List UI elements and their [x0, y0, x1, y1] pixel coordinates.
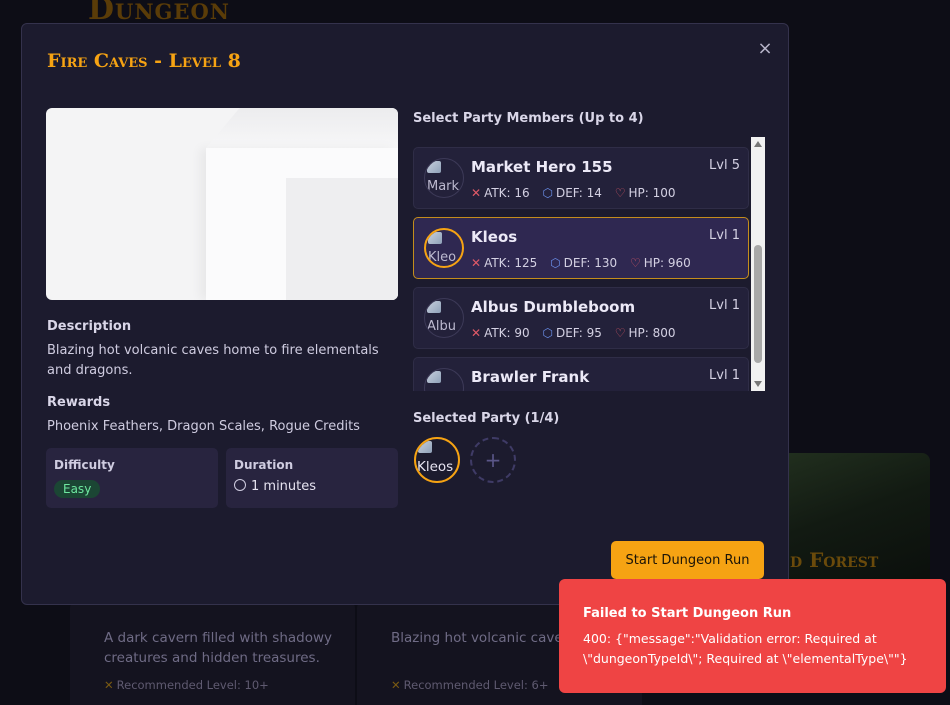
avatar [424, 368, 464, 391]
scroll-up-icon[interactable] [754, 141, 762, 147]
recommended-level: ✕ Recommended Level: 6+ [391, 678, 549, 692]
rewards-text: Phoenix Feathers, Dragon Scales, Rogue C… [47, 419, 360, 434]
member-card-selected[interactable]: Kleo Kleos Lvl 1 ✕ ATK: 125 ⬡ DEF: 130 ♡ HP… [413, 217, 749, 279]
sword-icon: ✕ [471, 186, 482, 200]
heart-icon: ♡ [614, 326, 626, 340]
rewards-label: Rewards [47, 395, 111, 410]
heart-icon: ♡ [630, 256, 641, 270]
member-card[interactable]: Albu Albus Dumbleboom Lvl 1 ✕ ATK: 90 ⬡ DE… [413, 287, 749, 349]
member-level: Lvl 5 [709, 158, 740, 173]
description-label: Description [47, 319, 132, 334]
member-card[interactable]: Brawler Frank Lvl 1 [413, 357, 749, 391]
sword-icon: ✕ [471, 256, 482, 270]
start-dungeon-button[interactable]: Start Dungeon Run [611, 541, 764, 579]
dungeon-card-description: Blazing hot volcanic caves home to fire … [391, 630, 566, 646]
avatar: Mark [424, 158, 464, 198]
sword-icon: ✕ [471, 326, 482, 340]
member-stats: ✕ ATK: 90 ⬡ DEF: 95 ♡ HP: 800 [471, 326, 676, 340]
member-stats: ✕ ATK: 125 ⬡ DEF: 130 ♡ HP: 960 [471, 256, 691, 270]
scroll-down-icon[interactable] [754, 381, 762, 387]
clock-icon [234, 479, 246, 491]
member-card[interactable]: Mark Market Hero 155 Lvl 5 ✕ ATK: 16 ⬡ DEF… [413, 147, 749, 209]
member-level: Lvl 1 [709, 298, 740, 313]
broken-image-icon [428, 232, 442, 244]
error-toast[interactable]: Failed to Start Dungeon Run 400: {"messa… [559, 579, 946, 693]
duration-value: 1 minutes [234, 479, 316, 494]
member-stats: ✕ ATK: 16 ⬡ DEF: 14 ♡ HP: 100 [471, 186, 676, 200]
scroll-thumb[interactable] [754, 245, 762, 363]
difficulty-box: Difficulty Easy [46, 448, 218, 508]
shield-icon: ⬡ [550, 256, 561, 270]
selected-party-heading: Selected Party (1/4) [413, 411, 560, 426]
add-member-slot[interactable]: + [470, 437, 516, 483]
member-list-scrollbar[interactable] [751, 137, 765, 391]
member-level: Lvl 1 [709, 228, 740, 243]
dungeon-card-description: A dark cavern filled with shadowy creatu… [104, 630, 333, 666]
duration-label: Duration [234, 458, 294, 472]
duration-box: Duration 1 minutes [226, 448, 398, 508]
toast-message: 400: {"message":"Validation error: Requi… [583, 631, 908, 666]
member-name: Market Hero 155 [471, 158, 613, 176]
avatar: Kleo [424, 228, 464, 268]
heart-icon: ♡ [614, 186, 626, 200]
member-level: Lvl 1 [709, 368, 740, 383]
member-name: Kleos [471, 228, 518, 246]
broken-image-icon [418, 441, 432, 453]
broken-image-icon [427, 371, 441, 383]
selected-member-avatar[interactable]: Kleos [414, 437, 460, 483]
member-name: Albus Dumbleboom [471, 298, 636, 316]
avatar: Albu [424, 298, 464, 338]
broken-image-icon [427, 301, 441, 313]
close-icon[interactable]: × [755, 39, 775, 59]
dungeon-modal: Fire Caves - Level 8 × Description Blazi… [21, 23, 789, 605]
swords-icon: ✕ [391, 678, 401, 692]
party-heading: Select Party Members (Up to 4) [413, 111, 644, 126]
modal-title: Fire Caves - Level 8 [47, 50, 241, 72]
difficulty-badge: Easy [54, 480, 101, 498]
dungeon-image [46, 108, 398, 300]
recommended-level: ✕ Recommended Level: 10+ [104, 678, 269, 692]
broken-image-icon [427, 161, 441, 173]
member-list: Mark Market Hero 155 Lvl 5 ✕ ATK: 16 ⬡ DEF… [413, 137, 750, 391]
difficulty-label: Difficulty [54, 458, 115, 472]
shield-icon: ⬡ [542, 186, 553, 200]
swords-icon: ✕ [104, 678, 114, 692]
toast-title: Failed to Start Dungeon Run [583, 606, 792, 621]
dungeon-card-forest-image[interactable] [770, 453, 930, 593]
dungeon-card-forest-title: d Forest [790, 548, 879, 572]
shield-icon: ⬡ [542, 326, 553, 340]
description-text: Blazing hot volcanic caves home to fire … [47, 343, 379, 378]
member-name: Brawler Frank [471, 368, 590, 386]
